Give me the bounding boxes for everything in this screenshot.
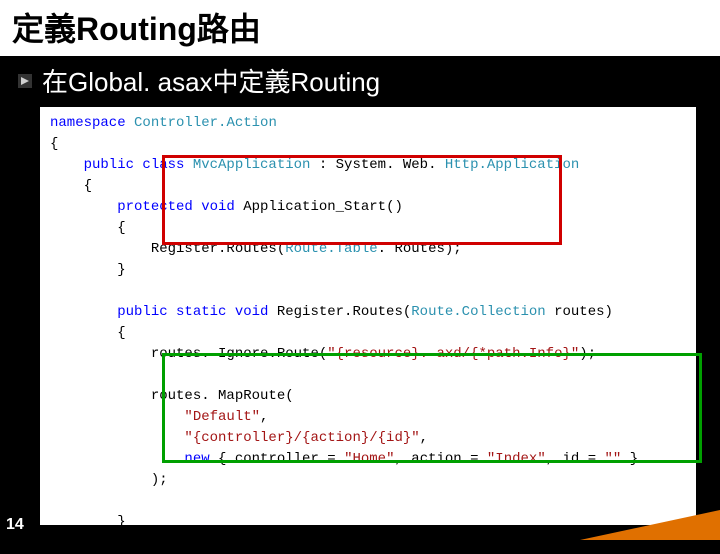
bullet-text: 在Global. asax中定義Routing [42, 62, 380, 99]
code-token: public class [50, 157, 184, 173]
code-token: { [50, 176, 686, 197]
bullet-icon [18, 74, 32, 88]
code-token: { controller = [210, 451, 344, 467]
code-token: routes. Ignore.Route( [50, 346, 327, 362]
code-token: : System. Web. [310, 157, 444, 173]
code-token: , action = [394, 451, 486, 467]
code-token: "{resource}. axd/{*path.Info}" [327, 346, 579, 362]
code-token: "" [605, 451, 622, 467]
code-token: } [621, 451, 638, 467]
code-token: Route.Table [285, 241, 377, 257]
code-token: MvcApplication [184, 157, 310, 173]
bullet-row: 在Global. asax中定義Routing [0, 56, 720, 107]
code-token: { [50, 218, 686, 239]
code-token: , [420, 430, 428, 446]
code-token: ); [579, 346, 596, 362]
corner-decoration [580, 510, 720, 540]
code-token: "Default" [50, 409, 260, 425]
code-token: "{controller}/{action}/{id}" [50, 430, 420, 446]
code-block: namespace Controller.Action { public cla… [40, 107, 696, 525]
code-token: Application_Start() [235, 199, 403, 215]
code-token: ); [50, 470, 686, 491]
code-token: Route.Collection [411, 304, 545, 320]
code-token: Register.Routes( [268, 304, 411, 320]
code-token: "Home" [344, 451, 394, 467]
code-token: Controller.Action [126, 115, 277, 131]
code-token: namespace [50, 115, 126, 131]
code-token: Http.Application [445, 157, 579, 173]
code-token: new [50, 451, 210, 467]
code-token: , [260, 409, 268, 425]
code-token: Register.Routes( [50, 241, 285, 257]
code-token: public static void [50, 304, 268, 320]
code-token: protected void [50, 199, 235, 215]
slide-title: 定義Routing路由 [0, 0, 720, 56]
code-token: . Routes); [378, 241, 462, 257]
code-token: { [50, 323, 686, 344]
code-token: , id = [546, 451, 605, 467]
page-number: 14 [6, 516, 24, 534]
code-token: { [50, 134, 686, 155]
code-token: "Index" [487, 451, 546, 467]
code-token: routes. MapRoute( [50, 386, 686, 407]
code-token: } [50, 260, 686, 281]
code-token: routes) [546, 304, 613, 320]
